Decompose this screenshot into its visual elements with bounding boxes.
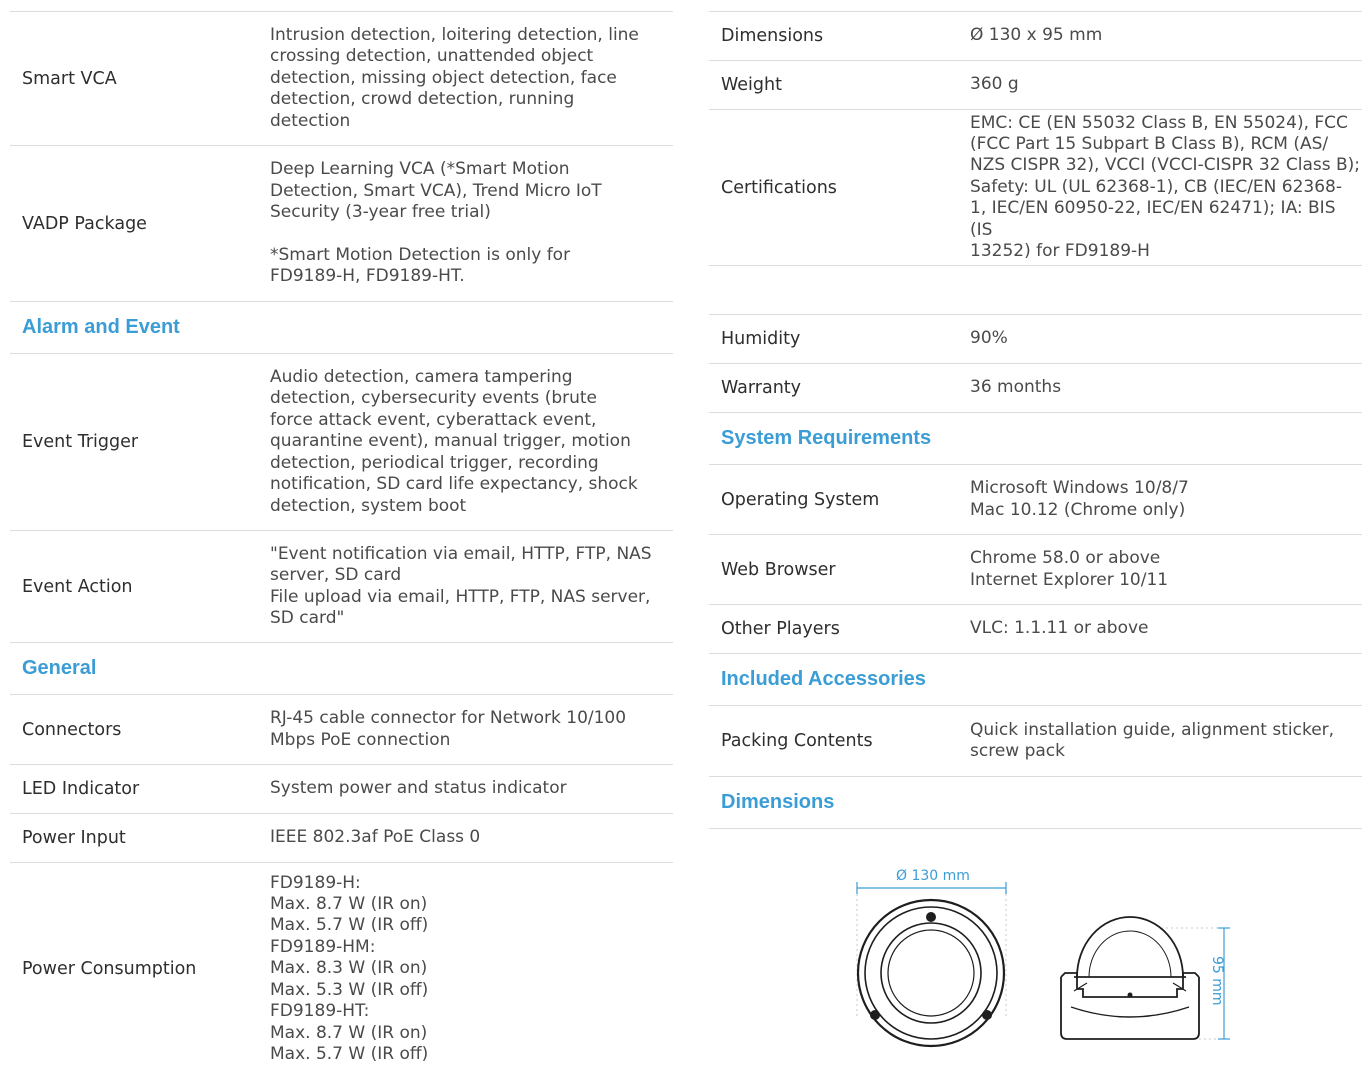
spec-row-led-indicator: LED Indicator System power and status in… xyxy=(10,765,673,814)
spec-row-event-action: Event Action "Event notification via ema… xyxy=(10,531,673,643)
spec-row-empty xyxy=(709,266,1362,315)
height-dimension-label: 95 mm xyxy=(1209,956,1225,1006)
spec-label: Dimensions xyxy=(721,26,824,46)
camera-top-view xyxy=(856,898,1006,1048)
spec-value: IEEE 802.3af PoE Class 0 xyxy=(270,827,481,848)
spec-value: 360 g xyxy=(970,74,1019,95)
spec-row-dimensions: Dimensions Ø 130 x 95 mm xyxy=(709,12,1362,61)
spec-label: LED Indicator xyxy=(22,779,140,799)
table-top-border xyxy=(709,0,1362,12)
spec-row-other-players: Other Players VLC: 1.1.11 or above xyxy=(709,605,1362,654)
dimensions-drawing: Ø 130 mm 95 mm xyxy=(709,827,1362,1075)
spec-label: Event Trigger xyxy=(22,432,139,452)
spec-row-power-input: Power Input IEEE 802.3af PoE Class 0 xyxy=(10,814,673,863)
spec-value: EMC: CE (EN 55032 Class B, EN 55024), FC… xyxy=(970,112,1361,262)
spec-value: Chrome 58.0 or above Internet Explorer 1… xyxy=(970,548,1169,590)
spec-value: FD9189-H: Max. 8.7 W (IR on) Max. 5.7 W … xyxy=(270,872,429,1064)
spec-row-certifications: Certifications EMC: CE (EN 55032 Class B… xyxy=(709,110,1362,266)
spec-value: Deep Learning VCA (*Smart Motion Detecti… xyxy=(270,159,602,287)
spec-label: Power Consumption xyxy=(22,959,197,979)
spec-value: Intrusion detection, loitering detection… xyxy=(270,24,639,131)
spec-value: "Event notification via email, HTTP, FTP… xyxy=(270,543,652,628)
spec-row-warranty: Warranty 36 months xyxy=(709,364,1362,413)
spec-row-web-browser: Web Browser Chrome 58.0 or above Interne… xyxy=(709,535,1362,605)
spec-row-smart-vca: Smart VCA Intrusion detection, loitering… xyxy=(10,12,673,146)
section-heading-included-accessories: Included Accessories xyxy=(709,654,1362,706)
section-heading-general: General xyxy=(10,643,673,695)
spec-label: VADP Package xyxy=(22,213,147,234)
spec-label: Weight xyxy=(721,75,782,95)
spec-value: System power and status indicator xyxy=(270,778,567,799)
spec-value: 90% xyxy=(970,328,1008,349)
section-heading-dimensions: Dimensions xyxy=(709,777,1362,829)
spec-value: 36 months xyxy=(970,377,1062,398)
spec-label: Power Input xyxy=(22,828,126,848)
spec-row-event-trigger: Event Trigger Audio detection, camera ta… xyxy=(10,354,673,531)
spec-row-weight: Weight 360 g xyxy=(709,61,1362,110)
spec-table-right: Dimensions Ø 130 x 95 mm Weight 360 g Ce… xyxy=(709,0,1362,829)
spec-label: Other Players xyxy=(721,619,840,639)
section-heading-alarm-event: Alarm and Event xyxy=(10,302,673,354)
spec-value: Ø 130 x 95 mm xyxy=(970,25,1103,46)
spec-row-connectors: Connectors RJ-45 cable connector for Net… xyxy=(10,695,673,765)
spec-label: Connectors xyxy=(22,719,122,740)
spec-row-operating-system: Operating System Microsoft Windows 10/8/… xyxy=(709,465,1362,535)
spec-value: Audio detection, camera tampering detect… xyxy=(270,367,638,516)
spec-label: Packing Contents xyxy=(721,731,873,751)
spec-row-power-consumption: Power Consumption FD9189-H: Max. 8.7 W (… xyxy=(10,863,673,1075)
spec-value: VLC: 1.1.11 or above xyxy=(970,618,1149,639)
spec-row-humidity: Humidity 90% xyxy=(709,315,1362,364)
spec-label: Certifications xyxy=(721,177,837,198)
camera-side-view xyxy=(1060,916,1200,1040)
spec-label: Humidity xyxy=(721,329,801,349)
section-heading-system-requirements: System Requirements xyxy=(709,413,1362,465)
spec-label: Warranty xyxy=(721,378,802,398)
spec-row-vadp-package: VADP Package Deep Learning VCA (*Smart M… xyxy=(10,146,673,302)
spec-label: Smart VCA xyxy=(22,68,117,89)
spec-row-packing-contents: Packing Contents Quick installation guid… xyxy=(709,706,1362,777)
spec-label: Operating System xyxy=(721,489,880,510)
spec-value: Quick installation guide, alignment stic… xyxy=(970,719,1335,761)
spec-table-left: Smart VCA Intrusion detection, loitering… xyxy=(10,0,673,1075)
spec-value: RJ-45 cable connector for Network 10/100… xyxy=(270,708,627,750)
width-dimension-label: Ø 130 mm xyxy=(896,868,970,884)
table-top-border xyxy=(10,0,673,12)
camera-line-drawing xyxy=(856,882,1230,1048)
spec-label: Event Action xyxy=(22,576,133,597)
spec-label: Web Browser xyxy=(721,559,836,580)
spec-value: Microsoft Windows 10/8/7 Mac 10.12 (Chro… xyxy=(970,478,1189,520)
